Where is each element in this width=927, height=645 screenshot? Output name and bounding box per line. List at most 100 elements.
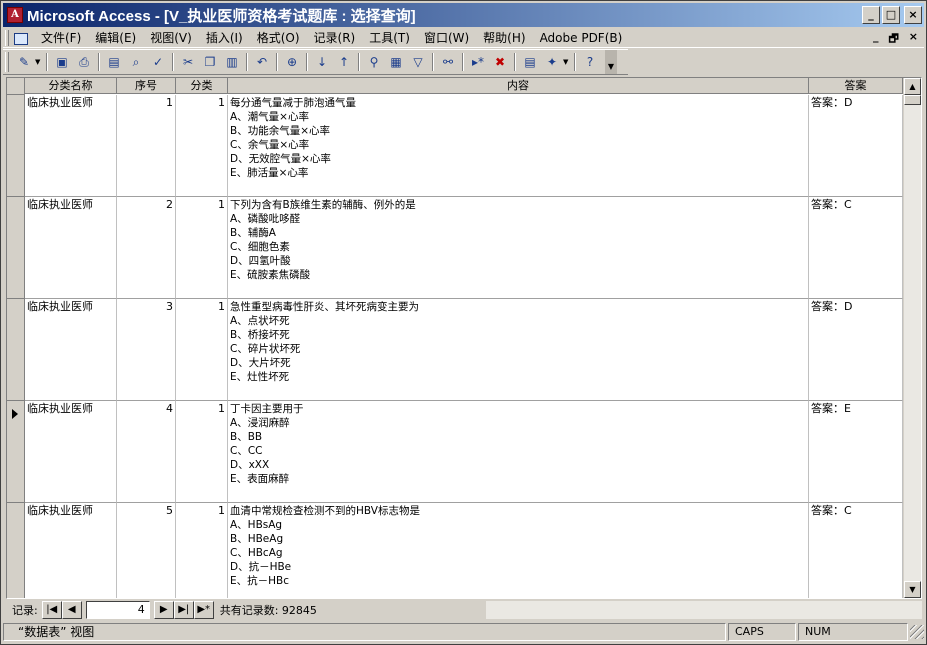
apply-filter-icon[interactable]: ▽ (408, 52, 428, 72)
scroll-down-button[interactable]: ▼ (904, 581, 921, 598)
toolbar-separator (358, 53, 360, 71)
cell-seq[interactable]: 1 (117, 95, 176, 197)
cell-seq[interactable]: 2 (117, 197, 176, 299)
menu-adobe-pdf[interactable]: Adobe PDF(B) (533, 31, 630, 45)
delete-record-icon[interactable]: ✖ (490, 52, 510, 72)
mdi-restore-button[interactable]: 🗗 (888, 30, 898, 49)
cell-content[interactable]: 急性重型病毒性肝炎、其坏死病变主要为 A、点状坏死 B、桥接坏死 C、碎片状坏死… (228, 299, 809, 401)
toolbar-separator (172, 53, 174, 71)
new-record-icon[interactable]: ▸* (468, 52, 488, 72)
column-header-category[interactable]: 分类名称 (25, 78, 117, 94)
cell-seq[interactable]: 3 (117, 299, 176, 401)
sort-descending-icon[interactable]: ↑ (334, 52, 354, 72)
cut-icon[interactable]: ✂ (178, 52, 198, 72)
menu-tools[interactable]: 工具(T) (362, 29, 417, 46)
cell-type[interactable]: 1 (176, 95, 228, 197)
filter-by-selection-icon[interactable]: ⚲ (364, 52, 384, 72)
first-record-button[interactable]: |◀ (41, 601, 62, 619)
hyperlink-icon[interactable]: ⊕ (282, 52, 302, 72)
toolbar-grip[interactable] (5, 52, 9, 72)
spelling-icon[interactable]: ✓ (148, 52, 168, 72)
menu-format[interactable]: 格式(O) (250, 29, 307, 46)
cell-type[interactable]: 1 (176, 401, 228, 503)
last-record-button[interactable]: ▶| (173, 601, 194, 619)
cell-category[interactable]: 临床执业医师 (25, 95, 117, 197)
mdi-close-button[interactable]: × (909, 30, 918, 49)
vertical-scrollbar[interactable]: ▲ ▼ (903, 78, 921, 598)
cell-content[interactable]: 丁卡因主要用于 A、浸润麻醉 B、BB C、CC D、xXX E、表面麻醉 (228, 401, 809, 503)
title-bar[interactable]: A Microsoft Access - [V_执业医师资格考试题库 : 选择查… (3, 3, 924, 27)
new-record-nav-button[interactable]: ▶* (193, 601, 214, 619)
paste-icon[interactable]: ▥ (222, 52, 242, 72)
cell-category[interactable]: 临床执业医师 (25, 503, 117, 598)
scroll-thumb[interactable] (904, 95, 921, 105)
minimize-button[interactable]: _ (862, 6, 880, 24)
new-object-icon[interactable]: ✦ (542, 52, 562, 72)
cell-category[interactable]: 临床执业医师 (25, 197, 117, 299)
cell-answer[interactable]: 答案：E (809, 401, 903, 503)
cell-answer[interactable]: 答案：C (809, 197, 903, 299)
database-window-icon[interactable]: ▤ (520, 52, 540, 72)
undo-icon[interactable]: ↶ (252, 52, 272, 72)
cell-content[interactable]: 下列为含有B族维生素的辅酶、例外的是 A、磷酸吡哆醛 B、辅酶A C、细胞色素 … (228, 197, 809, 299)
cell-answer[interactable]: 答案：D (809, 299, 903, 401)
row-selector[interactable] (7, 401, 25, 503)
maximize-button[interactable]: □ (882, 6, 900, 24)
row-selector[interactable] (7, 95, 25, 197)
preview-icon[interactable]: ⌕ (126, 52, 146, 72)
cell-type[interactable]: 1 (176, 197, 228, 299)
access-app-icon[interactable]: A (7, 7, 23, 23)
print-preview-icon[interactable]: ⎙ (74, 52, 94, 72)
cell-answer[interactable]: 答案：D (809, 95, 903, 197)
resize-grip[interactable] (910, 625, 924, 639)
status-view-text: “数据表” 视图 (3, 623, 726, 641)
cell-answer[interactable]: 答案：C (809, 503, 903, 598)
next-record-button[interactable]: ▶ (153, 601, 174, 619)
mdi-minimize-button[interactable]: _ (873, 30, 879, 49)
menu-insert[interactable]: 插入(I) (199, 29, 250, 46)
menu-bar: 文件(F) 编辑(E) 视图(V) 插入(I) 格式(O) 记录(R) 工具(T… (3, 28, 924, 48)
design-view-icon[interactable]: ✎ (14, 52, 34, 72)
toolbar-separator (574, 53, 576, 71)
cell-seq[interactable]: 5 (117, 503, 176, 598)
cell-category[interactable]: 临床执业医师 (25, 401, 117, 503)
row-selector[interactable] (7, 299, 25, 401)
toolbar-separator (246, 53, 248, 71)
menu-help[interactable]: 帮助(H) (476, 29, 532, 46)
menu-window[interactable]: 窗口(W) (417, 29, 476, 46)
find-icon[interactable]: ⚯ (438, 52, 458, 72)
sort-ascending-icon[interactable]: ↓ (312, 52, 332, 72)
datasheet-window-icon[interactable] (12, 30, 30, 46)
copy-icon[interactable]: ❐ (200, 52, 220, 72)
view-dropdown-icon[interactable]: ▼ (35, 58, 43, 66)
help-icon[interactable]: ? (580, 52, 600, 72)
column-header-seq[interactable]: 序号 (117, 78, 176, 94)
menu-edit[interactable]: 编辑(E) (88, 29, 143, 46)
scroll-up-button[interactable]: ▲ (904, 78, 921, 95)
menu-grip[interactable] (5, 29, 9, 46)
record-number-input[interactable]: 4 (85, 601, 150, 619)
column-header-answer[interactable]: 答案 (809, 78, 903, 94)
column-header-content[interactable]: 内容 (228, 78, 809, 94)
row-selector[interactable] (7, 503, 25, 598)
new-object-dropdown-icon[interactable]: ▼ (563, 58, 571, 66)
cell-content[interactable]: 血清中常规检查检测不到的HBV标志物是 A、HBsAg B、HBeAg C、HB… (228, 503, 809, 598)
menu-file[interactable]: 文件(F) (34, 29, 88, 46)
row-selector[interactable] (7, 197, 25, 299)
cell-category[interactable]: 临床执业医师 (25, 299, 117, 401)
previous-record-button[interactable]: ◀ (61, 601, 82, 619)
filter-by-form-icon[interactable]: ▦ (386, 52, 406, 72)
cell-type[interactable]: 1 (176, 503, 228, 598)
print-icon[interactable]: ▤ (104, 52, 124, 72)
select-all-corner[interactable] (7, 78, 25, 95)
column-header-type[interactable]: 分类 (176, 78, 228, 94)
menu-records[interactable]: 记录(R) (307, 29, 363, 46)
save-icon[interactable]: ▣ (52, 52, 72, 72)
close-button[interactable]: × (904, 6, 922, 24)
menu-view[interactable]: 视图(V) (143, 29, 199, 46)
cell-content[interactable]: 每分通气量减于肺泡通气量 A、潮气量×心率 B、功能余气量×心率 C、余气量×心… (228, 95, 809, 197)
cell-seq[interactable]: 4 (117, 401, 176, 503)
cell-type[interactable]: 1 (176, 299, 228, 401)
toolbar-options-icon[interactable]: ▼ (605, 50, 617, 74)
horizontal-scroll-area[interactable] (486, 601, 922, 619)
